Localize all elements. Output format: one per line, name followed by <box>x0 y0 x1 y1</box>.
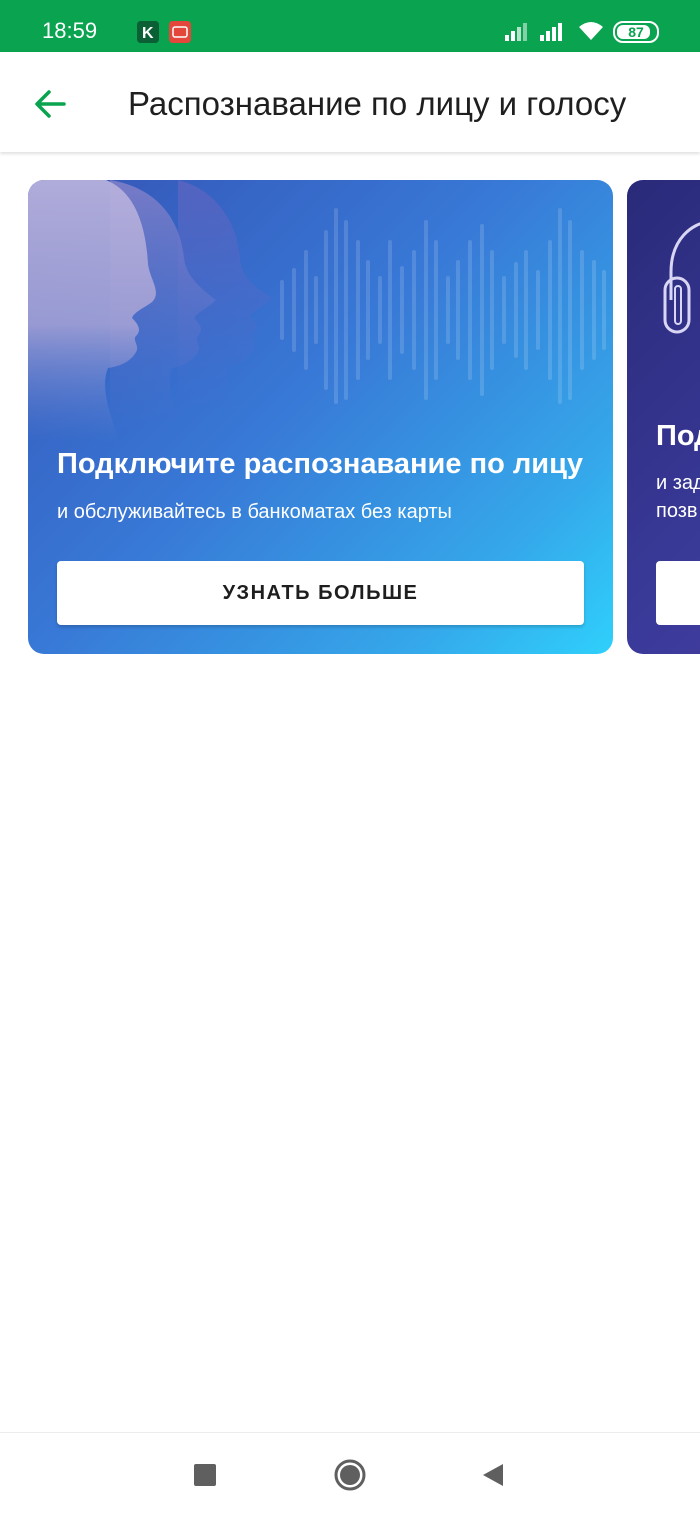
back-nav-button[interactable] <box>475 1457 511 1493</box>
system-navigation-bar <box>0 1432 700 1516</box>
learn-more-button[interactable]: УЗНАТЬ БОЛЬШЕ <box>57 561 584 625</box>
card-title: Под <box>656 420 700 452</box>
headphones-icon <box>663 222 700 334</box>
circle-icon <box>334 1459 366 1491</box>
signal-icon <box>505 21 531 46</box>
learn-more-button[interactable] <box>656 561 700 625</box>
status-time: 18:59 <box>42 18 98 43</box>
status-bar: 18:59 K 87 <box>0 0 700 52</box>
cards-carousel[interactable]: Подключите распознавание по лицу и обслу… <box>0 180 700 656</box>
battery-level: 87 <box>628 24 644 40</box>
voice-recognition-card[interactable]: Под и зад позв <box>627 180 700 654</box>
card-subtitle-line1: и зад <box>656 472 700 494</box>
triangle-back-icon <box>483 1464 503 1486</box>
face-recognition-card[interactable]: Подключите распознавание по лицу и обслу… <box>28 180 613 654</box>
recents-button[interactable] <box>187 1457 223 1493</box>
home-button[interactable] <box>332 1457 368 1493</box>
app-bar: Распознавание по лицу и голосу <box>0 52 700 152</box>
card-subtitle-line2: позв <box>656 500 698 522</box>
square-icon <box>194 1464 216 1486</box>
battery-icon: 87 <box>613 21 659 43</box>
page-title: Распознавание по лицу и голосу <box>128 85 627 122</box>
kaspersky-icon: K <box>137 21 159 43</box>
signal-icon <box>540 21 566 46</box>
card-title: Подключите распознавание по лицу <box>57 448 584 480</box>
back-button[interactable] <box>28 82 72 126</box>
card-subtitle: и обслуживайтесь в банкоматах без карты <box>57 501 452 523</box>
wifi-icon <box>577 20 605 47</box>
arrow-left-icon <box>35 90 66 118</box>
svg-text:K: K <box>142 25 154 42</box>
app-notification-icon <box>169 21 191 43</box>
